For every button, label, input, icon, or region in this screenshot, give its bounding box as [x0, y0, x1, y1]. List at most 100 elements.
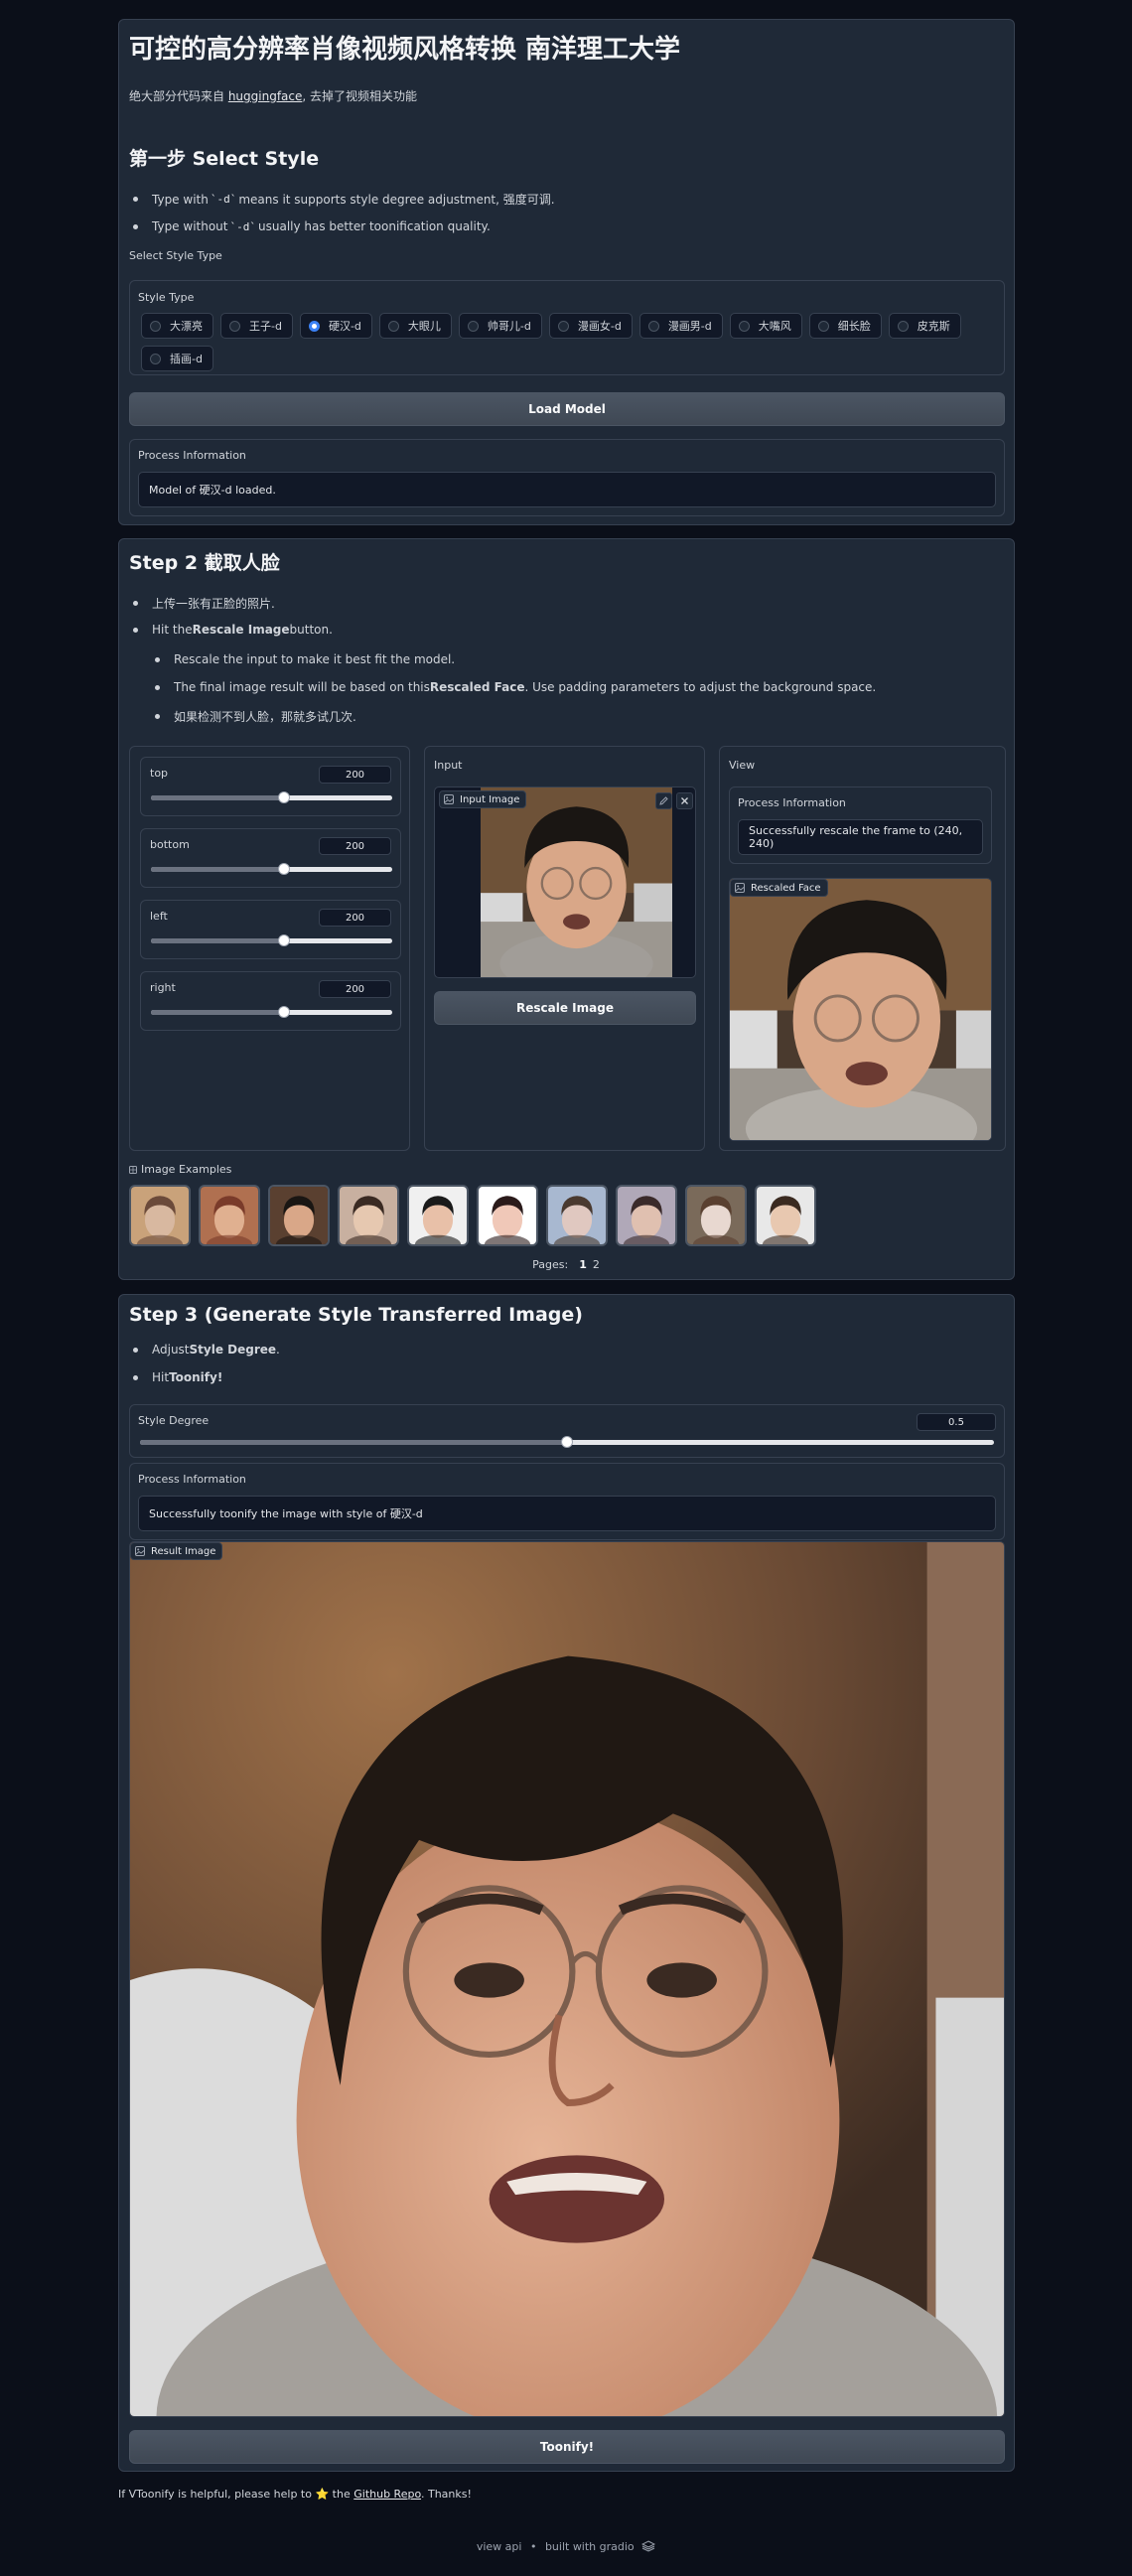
rescale-image-button[interactable]: Rescale Image [434, 991, 696, 1025]
input-photo [481, 787, 672, 977]
image-icon [735, 883, 745, 893]
result-image [130, 1542, 1004, 2416]
built-with-gradio-link[interactable]: built with gradio [545, 2540, 635, 2553]
slider-value-input[interactable]: 200 [319, 909, 391, 927]
slider-track[interactable] [151, 934, 392, 946]
radio-unchecked-icon [467, 320, 479, 332]
step2-heading: Step 2 截取人脸 [129, 552, 280, 574]
style-type-label: Style Type [138, 291, 195, 304]
style-option-label: 插画-d [170, 353, 203, 365]
step2-block: Step 2 截取人脸 上传一张有正脸的照片. Hit the Rescale … [118, 538, 1015, 1280]
example-thumbnail[interactable] [129, 1185, 191, 1246]
process-info-panel: Process Information Successfully toonify… [129, 1463, 1005, 1540]
page-1-link[interactable]: 1 [579, 1258, 587, 1271]
style-option[interactable]: 皮克斯 [888, 313, 961, 339]
style-option[interactable]: 插画-d [141, 346, 213, 371]
view-process-panel: Process Information Successfully rescale… [729, 787, 992, 864]
style-degree-input[interactable]: 0.5 [917, 1413, 996, 1431]
style-option-label: 王子-d [249, 320, 282, 333]
load-model-button[interactable]: Load Model [129, 392, 1005, 426]
edit-icon[interactable] [655, 792, 672, 809]
helpful-note: If VToonify is helpful, please help to ⭐… [118, 2488, 472, 2501]
style-option-label: 大漂亮 [170, 320, 203, 333]
result-image-badge: Result Image [130, 1542, 223, 1560]
slider-handle[interactable] [277, 1006, 290, 1018]
style-option-label: 大嘴风 [758, 320, 791, 333]
list-item: The final image result will be based on … [155, 680, 876, 694]
slider-label: right [150, 981, 176, 994]
process-info-field[interactable]: Successfully toonify the image with styl… [138, 1496, 996, 1531]
example-thumbnail[interactable] [616, 1185, 677, 1246]
radio-unchecked-icon [150, 353, 161, 364]
slider-track[interactable] [151, 791, 392, 803]
style-option[interactable]: 漫画女-d [548, 313, 633, 339]
slider-handle[interactable] [561, 1436, 573, 1448]
slider-track[interactable] [151, 1006, 392, 1018]
example-thumbnail[interactable] [546, 1185, 608, 1246]
radio-unchecked-icon [817, 320, 829, 332]
huggingface-link[interactable]: huggingface [228, 89, 303, 103]
image-icon [135, 1546, 145, 1556]
example-thumbnail[interactable] [268, 1185, 330, 1246]
page-footer: view api • built with gradio [0, 2540, 1132, 2553]
select-style-label: Select Style Type [129, 249, 222, 262]
result-image-panel: Result Image [129, 1541, 1005, 2417]
example-thumbnail[interactable] [755, 1185, 816, 1246]
example-thumbnail[interactable] [338, 1185, 399, 1246]
slider-right: right 200 [140, 971, 401, 1031]
slider-bottom: bottom 200 [140, 828, 401, 888]
style-option[interactable]: 硬汉-d [299, 313, 372, 339]
process-info-field[interactable]: Successfully rescale the frame to (240, … [738, 819, 983, 855]
toonify-button[interactable]: Toonify! [129, 2430, 1005, 2464]
rescaled-face-image [730, 879, 991, 1140]
page-subtitle: 绝大部分代码来自 huggingface, 去掉了视频相关功能 [129, 89, 418, 103]
style-option[interactable]: 漫画男-d [638, 313, 723, 339]
style-degree-slider[interactable] [140, 1436, 994, 1448]
slider-handle[interactable] [277, 863, 290, 875]
style-type-group: Style Type 大漂亮 王子-d 硬汉-d 大眼儿 帅哥儿-d 漫画女-d 漫画男-d… [129, 280, 1005, 375]
radio-unchecked-icon [150, 320, 161, 332]
list-item: 上传一张有正脸的照片. [133, 595, 275, 612]
slider-handle[interactable] [277, 791, 290, 803]
style-option[interactable]: 大漂亮 [141, 313, 213, 339]
slider-handle[interactable] [277, 934, 290, 946]
example-thumbnail[interactable] [199, 1185, 260, 1246]
process-info-label: Process Information [138, 449, 246, 462]
radio-unchecked-icon [387, 320, 399, 332]
style-option[interactable]: 细长脸 [808, 313, 882, 339]
style-degree-label: Style Degree [138, 1414, 210, 1427]
example-thumbnail[interactable] [407, 1185, 469, 1246]
step1-block: 可控的高分辨率肖像视频风格转换 南洋理工大学 绝大部分代码来自 huggingf… [118, 19, 1015, 525]
style-option[interactable]: 王子-d [220, 313, 293, 339]
process-info-field[interactable]: Model of 硬汉-d loaded. [138, 472, 996, 507]
input-column: Input Input Image Rescale Image [424, 746, 705, 1151]
style-option[interactable]: 大嘴风 [729, 313, 802, 339]
style-option[interactable]: 大眼儿 [378, 313, 452, 339]
style-option-label: 漫画女-d [577, 320, 622, 333]
example-thumbnail[interactable] [685, 1185, 747, 1246]
image-examples-label: Image Examples [129, 1163, 231, 1176]
rescaled-face-panel: Rescaled Face [729, 878, 992, 1141]
list-item: Type without `-d` usually has better too… [133, 219, 491, 233]
close-icon[interactable] [676, 792, 693, 809]
page-title: 可控的高分辨率肖像视频风格转换 南洋理工大学 [129, 35, 681, 65]
input-image-panel[interactable]: Input Image [434, 787, 696, 978]
view-api-link[interactable]: view api [477, 2540, 522, 2553]
page-2-link[interactable]: 2 [593, 1258, 600, 1271]
slider-value-input[interactable]: 200 [319, 766, 391, 784]
slider-track[interactable] [151, 863, 392, 875]
input-image-badge: Input Image [439, 790, 527, 808]
view-column: View Process Information Successfully re… [719, 746, 1006, 1151]
process-info-label: Process Information [738, 796, 846, 809]
style-option-label: 细长脸 [837, 320, 871, 333]
style-option[interactable]: 帅哥儿-d [458, 313, 542, 339]
list-item: 如果检测不到人脸，那就多试几次. [155, 708, 356, 725]
list-item: Adjust Style Degree. [133, 1343, 280, 1357]
style-option-label: 帅哥儿-d [487, 320, 531, 333]
star-icon: ⭐ [315, 2488, 330, 2501]
example-thumbnail[interactable] [477, 1185, 538, 1246]
github-repo-link[interactable]: Github Repo [354, 2488, 421, 2501]
slider-value-input[interactable]: 200 [319, 980, 391, 998]
input-column-label: Input [434, 759, 463, 772]
slider-value-input[interactable]: 200 [319, 837, 391, 855]
